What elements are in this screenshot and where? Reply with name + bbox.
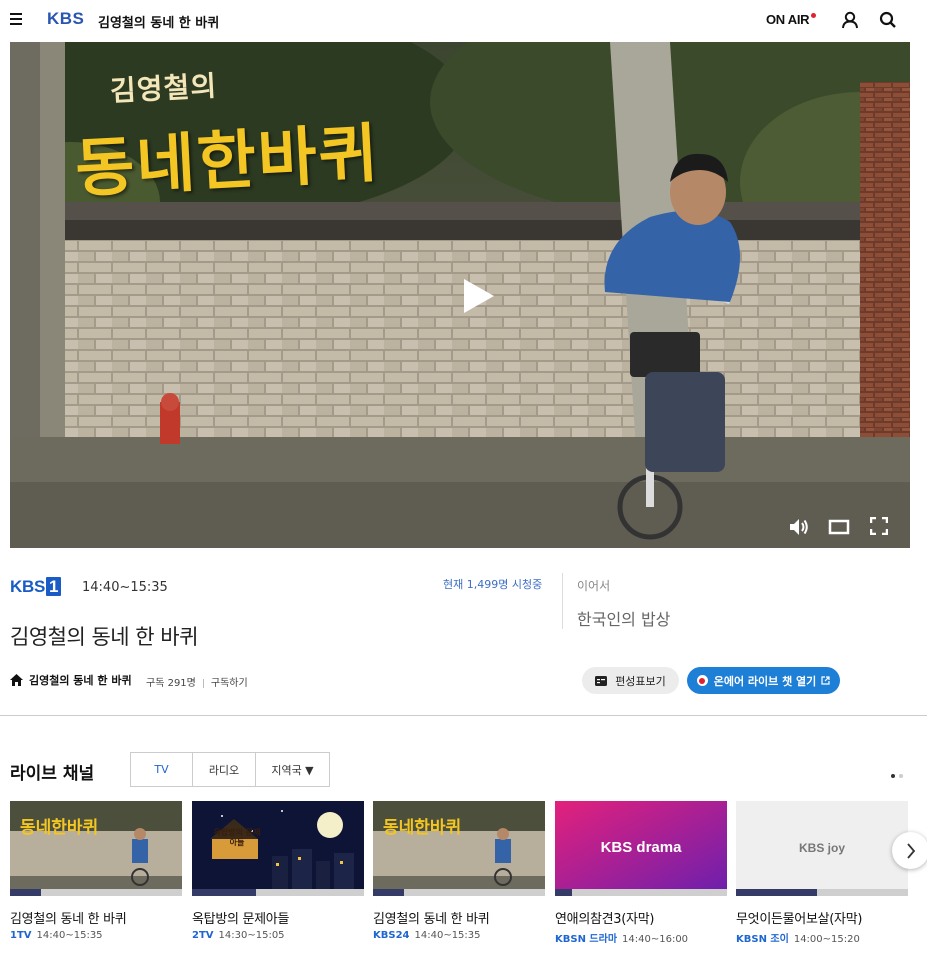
next-label: 이어서 [577, 579, 611, 593]
page-dot[interactable] [899, 774, 903, 778]
card-time: 14:00~15:20 [793, 934, 860, 945]
card-time: 14:40~15:35 [414, 930, 481, 941]
card-time: 14:40~16:00 [622, 934, 689, 945]
card-thumbnail: 동네한바퀴 [373, 801, 545, 896]
card-title: 무엇이든물어보살(자막) [736, 912, 863, 927]
schedule-button[interactable]: 편성표보기 [582, 667, 679, 694]
schedule-button-label: 편성표보기 [615, 674, 666, 688]
live-card[interactable]: KBS joy 무엇이든물어보살(자막) KBSN 조이 14:00~15:20 [736, 801, 908, 945]
broadcast-time: 14:40~15:35 [82, 580, 168, 595]
card-meta: 2TV 14:30~15:05 [192, 930, 364, 941]
onair-link[interactable]: ON AIR [766, 12, 817, 27]
progress-fill [373, 889, 404, 896]
card-meta: KBSN 드라마 14:40~16:00 [555, 930, 727, 945]
live-card[interactable]: 동네한바퀴 김영철의 동네 한 바퀴 KBS24 14:40~15:35 [373, 801, 545, 941]
chevron-right-icon [906, 842, 915, 859]
tab-tv[interactable]: TV [131, 753, 193, 786]
progress-bar [373, 889, 545, 896]
card-title: 김영철의 동네 한 바퀴 [10, 912, 127, 927]
card-thumbnail: KBS drama [555, 801, 727, 896]
card-channel: KBSN 조이 [736, 934, 789, 945]
separator [202, 678, 204, 688]
poster-title-small: 김영철의 [109, 69, 218, 108]
svg-text:동네한바퀴: 동네한바퀴 [383, 818, 461, 838]
program-home-link[interactable]: 김영철의 동네 한 바퀴 [10, 672, 132, 688]
live-card[interactable]: KBS drama 연애의참견3(자막) KBSN 드라마 14:40~16:00 [555, 801, 727, 945]
site-header: KBS 김영철의 동네 한 바퀴 ON AIR [0, 0, 927, 41]
play-icon[interactable] [458, 276, 498, 316]
poster-title-large: 동네한바퀴 [73, 116, 382, 207]
thumbnail-caption: 옥탑방의 문제아들 [213, 828, 261, 847]
live-chat-label: 온에어 라이브 챗 열기 [713, 674, 817, 688]
card-time: 14:30~15:05 [218, 930, 285, 941]
live-channels-heading: 라이브 채널 [10, 764, 95, 784]
svg-text:동네한바퀴: 동네한바퀴 [20, 818, 98, 838]
program-home-label: 김영철의 동네 한 바퀴 [29, 674, 132, 687]
card-title: 옥탑방의 문제아들 [192, 912, 290, 927]
thumbnail-image [192, 801, 364, 896]
card-channel: 1TV [10, 930, 32, 941]
live-card[interactable]: 옥탑방의 문제아들 옥탑방의 문제아들 2TV 14:30~15:05 [192, 801, 364, 941]
program-title-link[interactable]: 김영철의 동네 한 바퀴 [98, 12, 219, 31]
info-divider [562, 573, 563, 629]
card-title: 연애의참견3(자막) [555, 912, 655, 927]
tab-radio[interactable]: 라디오 [193, 753, 256, 786]
subscriber-count: 구독 291명 [146, 678, 196, 689]
progress-fill [555, 889, 573, 896]
theater-mode-icon[interactable] [828, 519, 850, 535]
schedule-icon [595, 675, 608, 686]
carousel-pagination [891, 774, 903, 778]
subscribe-area: 구독 291명 구독하기 [146, 674, 248, 689]
live-card[interactable]: 동네한바퀴 김영철의 동네 한 바퀴 1TV 14:40~15:35 [10, 801, 182, 941]
tab-regional[interactable]: 지역국 ▼ [256, 753, 329, 786]
progress-bar [192, 889, 364, 896]
card-meta: KBSN 조이 14:00~15:20 [736, 930, 908, 945]
page-title: 김영철의 동네 한 바퀴 [10, 625, 198, 649]
channel-tabs: TV 라디오 지역국 ▼ [130, 752, 330, 787]
thumbnail-image: 동네한바퀴 [10, 801, 182, 896]
progress-bar [10, 889, 182, 896]
program-info: KBS 1 14:40~15:35 현재 1,499명 시청중 이어서 한국인의 … [0, 548, 927, 716]
subscribe-button[interactable]: 구독하기 [211, 678, 248, 689]
fullscreen-icon[interactable] [870, 517, 888, 535]
live-chat-button[interactable]: 온에어 라이브 챗 열기 [687, 667, 840, 694]
thumbnail-image: 동네한바퀴 [373, 801, 545, 896]
external-link-icon [821, 676, 830, 685]
live-record-icon [696, 675, 708, 686]
menu-icon[interactable] [10, 13, 22, 26]
progress-bar [736, 889, 908, 896]
card-thumbnail: 동네한바퀴 [10, 801, 182, 896]
progress-fill [10, 889, 41, 896]
card-channel: KBSN 드라마 [555, 934, 618, 945]
progress-bar [555, 889, 727, 896]
user-icon[interactable] [840, 10, 860, 30]
search-icon[interactable] [878, 10, 898, 30]
progress-fill [736, 889, 817, 896]
card-meta: 1TV 14:40~15:35 [10, 930, 182, 941]
channel-logo: KBS 1 [10, 577, 62, 597]
thumbnail-caption: KBS drama [600, 839, 682, 856]
page-dot-active[interactable] [891, 774, 895, 778]
onair-label: ON AIR [766, 12, 810, 27]
viewer-count: 현재 1,499명 시청중 [443, 578, 543, 591]
card-thumbnail: 옥탑방의 문제아들 [192, 801, 364, 896]
card-channel: KBS24 [373, 930, 410, 941]
card-time: 14:40~15:35 [36, 930, 103, 941]
progress-fill [192, 889, 256, 896]
section-divider [0, 715, 927, 716]
channel-logo-text: KBS [10, 577, 45, 596]
card-thumbnail: KBS joy [736, 801, 908, 896]
card-channel: 2TV [192, 930, 214, 941]
card-title: 김영철의 동네 한 바퀴 [373, 912, 490, 927]
kbs-logo[interactable]: KBS [47, 9, 84, 29]
home-icon [10, 674, 23, 686]
volume-icon[interactable] [788, 517, 810, 537]
carousel-next-button[interactable] [892, 832, 927, 869]
live-dot-icon [811, 13, 817, 18]
channel-logo-num: 1 [46, 577, 62, 596]
next-show[interactable]: 한국인의 밥상 [577, 606, 670, 630]
video-player[interactable]: 김영철의 동네한바퀴 [10, 42, 910, 548]
thumbnail-caption: KBS joy [798, 841, 845, 855]
card-meta: KBS24 14:40~15:35 [373, 930, 545, 941]
